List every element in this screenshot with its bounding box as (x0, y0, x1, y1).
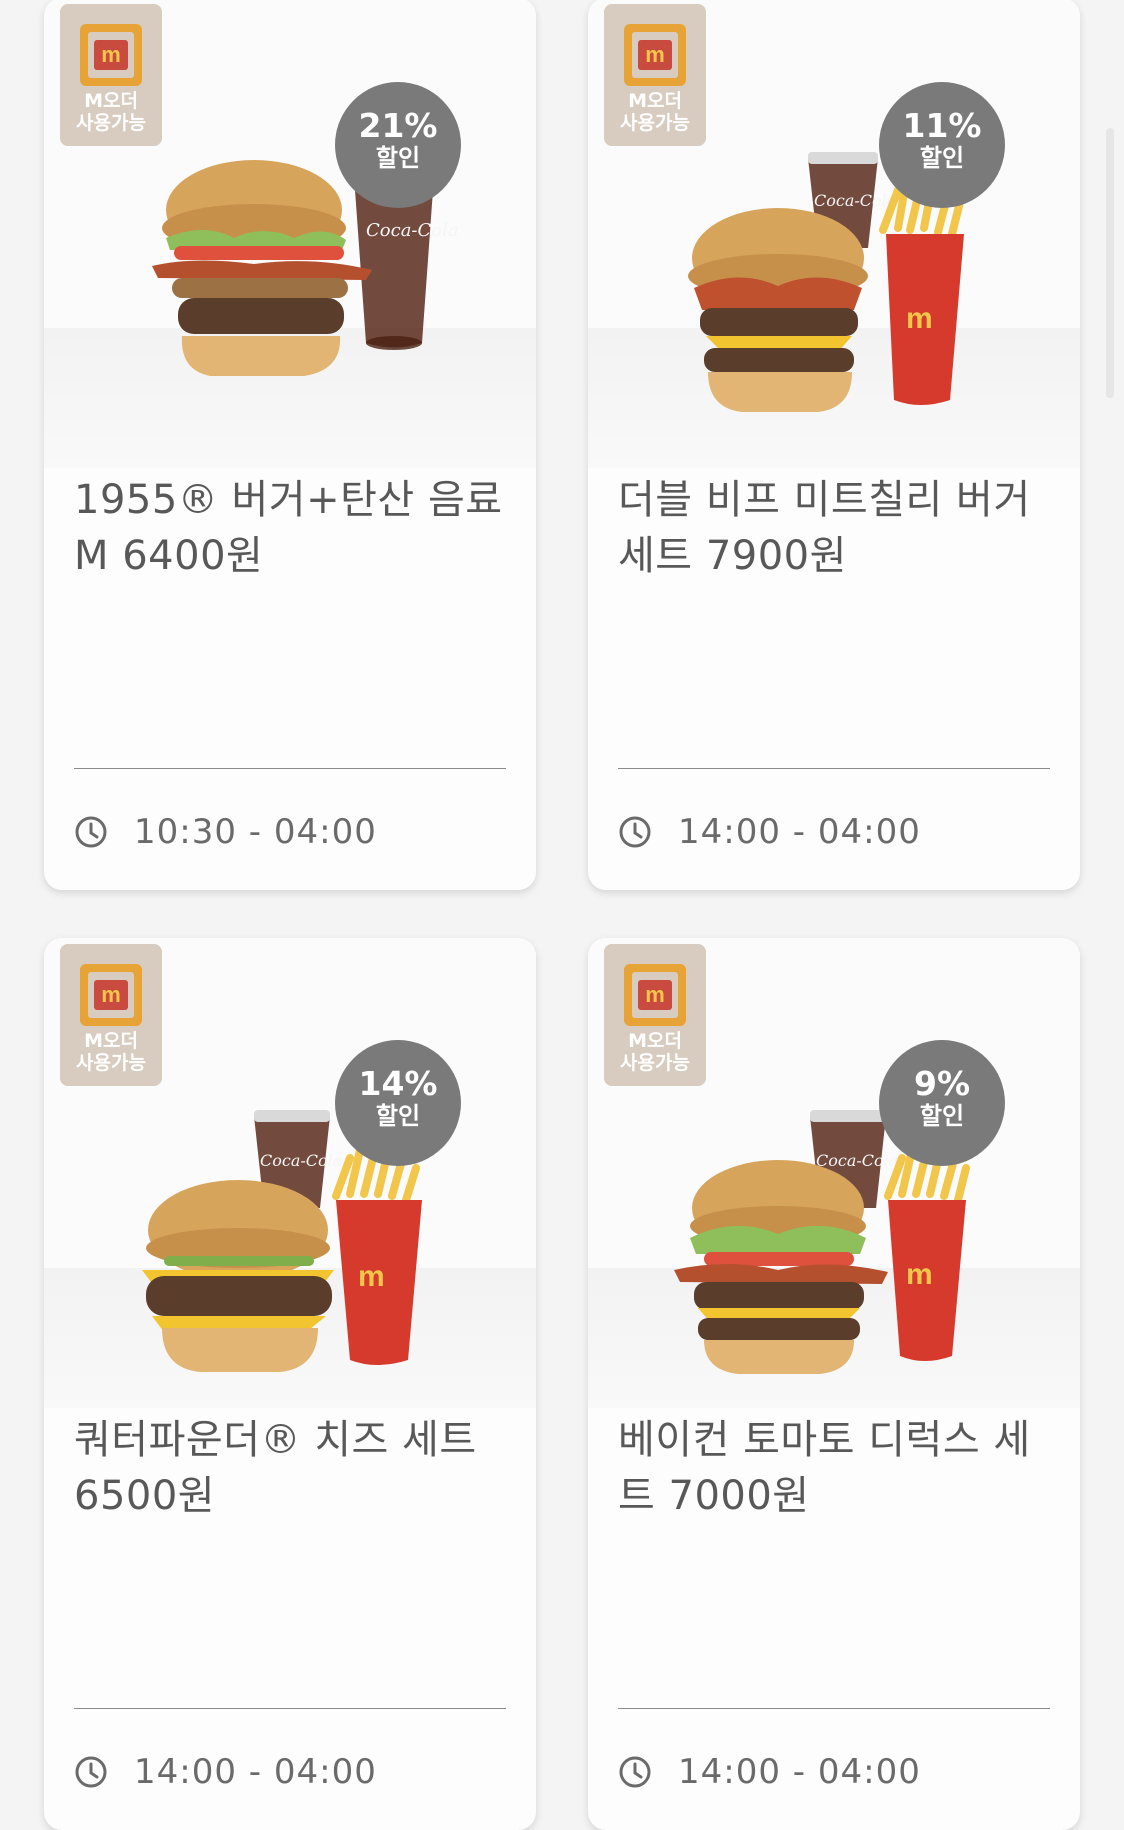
offer-grid: m M오더 사용가능 21% 할인 Coca-Cola 1955® 버거+탄산 … (0, 0, 1124, 1830)
burger-icon (688, 208, 868, 412)
offer-hours: 10:30 - 04:00 (74, 810, 377, 854)
divider (618, 1708, 1050, 1709)
badge-label: M오더 (84, 90, 138, 112)
m-order-badge: m M오더 사용가능 (604, 944, 706, 1086)
offer-hours: 14:00 - 04:00 (618, 810, 921, 854)
discount-percent: 9% (913, 1064, 971, 1103)
mcdonalds-logo-letter: m (638, 980, 672, 1010)
offer-card[interactable]: m M오더 사용가능 11% 할인 Coca-Cola m 더블 비프 미트칠리… (588, 0, 1080, 890)
mcdonalds-logo-letter: m (638, 40, 672, 70)
badge-label: M오더 (84, 1030, 138, 1052)
m-order-badge: m M오더 사용가능 (604, 4, 706, 146)
discount-label: 할인 (375, 1102, 421, 1130)
offer-hours: 14:00 - 04:00 (74, 1750, 377, 1794)
divider (74, 768, 506, 769)
burger-icon (152, 160, 372, 376)
discount-percent: 14% (358, 1064, 438, 1103)
offer-title: 쿼터파운더® 치즈 세트 6500원 (74, 1417, 477, 1519)
hours-text: 14:00 - 04:00 (678, 1752, 921, 1792)
badge-sublabel: 사용가능 (620, 112, 690, 134)
discount-label: 할인 (375, 144, 421, 172)
badge-label: M오더 (628, 1030, 682, 1052)
svg-text:Coca-Cola: Coca-Cola (260, 1151, 342, 1170)
mcdonalds-logo-letter: m (94, 980, 128, 1010)
m-order-badge: m M오더 사용가능 (60, 944, 162, 1086)
clock-icon (75, 816, 107, 848)
discount-badge: 21% 할인 (335, 82, 461, 208)
divider (618, 768, 1050, 769)
discount-badge: 14% 할인 (335, 1040, 461, 1166)
offer-card[interactable]: m M오더 사용가능 9% 할인 Coca-Cola m 베이컨 토마토 디럭스… (588, 938, 1080, 1830)
clock-icon (619, 1756, 651, 1788)
clock-icon (619, 816, 651, 848)
hours-text: 10:30 - 04:00 (134, 812, 377, 852)
burger-icon (142, 1180, 334, 1372)
hours-text: 14:00 - 04:00 (678, 812, 921, 852)
svg-text:Coca-Cola: Coca-Cola (816, 1151, 898, 1170)
svg-text:m: m (906, 1258, 933, 1291)
badge-sublabel: 사용가능 (76, 112, 146, 134)
badge-label: M오더 (628, 90, 682, 112)
scrollbar[interactable] (1106, 128, 1114, 398)
offer-hours: 14:00 - 04:00 (618, 1750, 921, 1794)
svg-text:Coca-Cola: Coca-Cola (366, 220, 459, 241)
mcdonalds-logo-letter: m (94, 40, 128, 70)
divider (74, 1708, 506, 1709)
svg-text:Coca-Cola: Coca-Cola (814, 191, 896, 210)
discount-badge: 9% 할인 (879, 1040, 1005, 1166)
discount-badge: 11% 할인 (879, 82, 1005, 208)
offer-card[interactable]: m M오더 사용가능 14% 할인 Coca-Cola m 쿼터파운더® 치즈 … (44, 938, 536, 1830)
discount-percent: 21% (358, 106, 438, 145)
hours-text: 14:00 - 04:00 (134, 1752, 377, 1792)
badge-sublabel: 사용가능 (620, 1052, 690, 1074)
fries-icon: m (332, 1146, 422, 1365)
offer-card[interactable]: m M오더 사용가능 21% 할인 Coca-Cola 1955® 버거+탄산 … (44, 0, 536, 890)
offer-title: 1955® 버거+탄산 음료 M 6400원 (74, 477, 503, 579)
svg-text:m: m (358, 1260, 385, 1293)
discount-label: 할인 (919, 144, 965, 172)
discount-label: 할인 (919, 1102, 965, 1130)
clock-icon (75, 1756, 107, 1788)
burger-icon (674, 1160, 888, 1374)
svg-text:m: m (906, 302, 933, 335)
m-order-badge: m M오더 사용가능 (60, 4, 162, 146)
fries-icon: m (879, 178, 964, 405)
discount-percent: 11% (902, 106, 982, 145)
badge-sublabel: 사용가능 (76, 1052, 146, 1074)
offer-title: 더블 비프 미트칠리 버거 세트 7900원 (618, 477, 1031, 579)
offer-title: 베이컨 토마토 디럭스 세트 7000원 (618, 1417, 1031, 1519)
fries-icon: m (884, 1146, 970, 1361)
